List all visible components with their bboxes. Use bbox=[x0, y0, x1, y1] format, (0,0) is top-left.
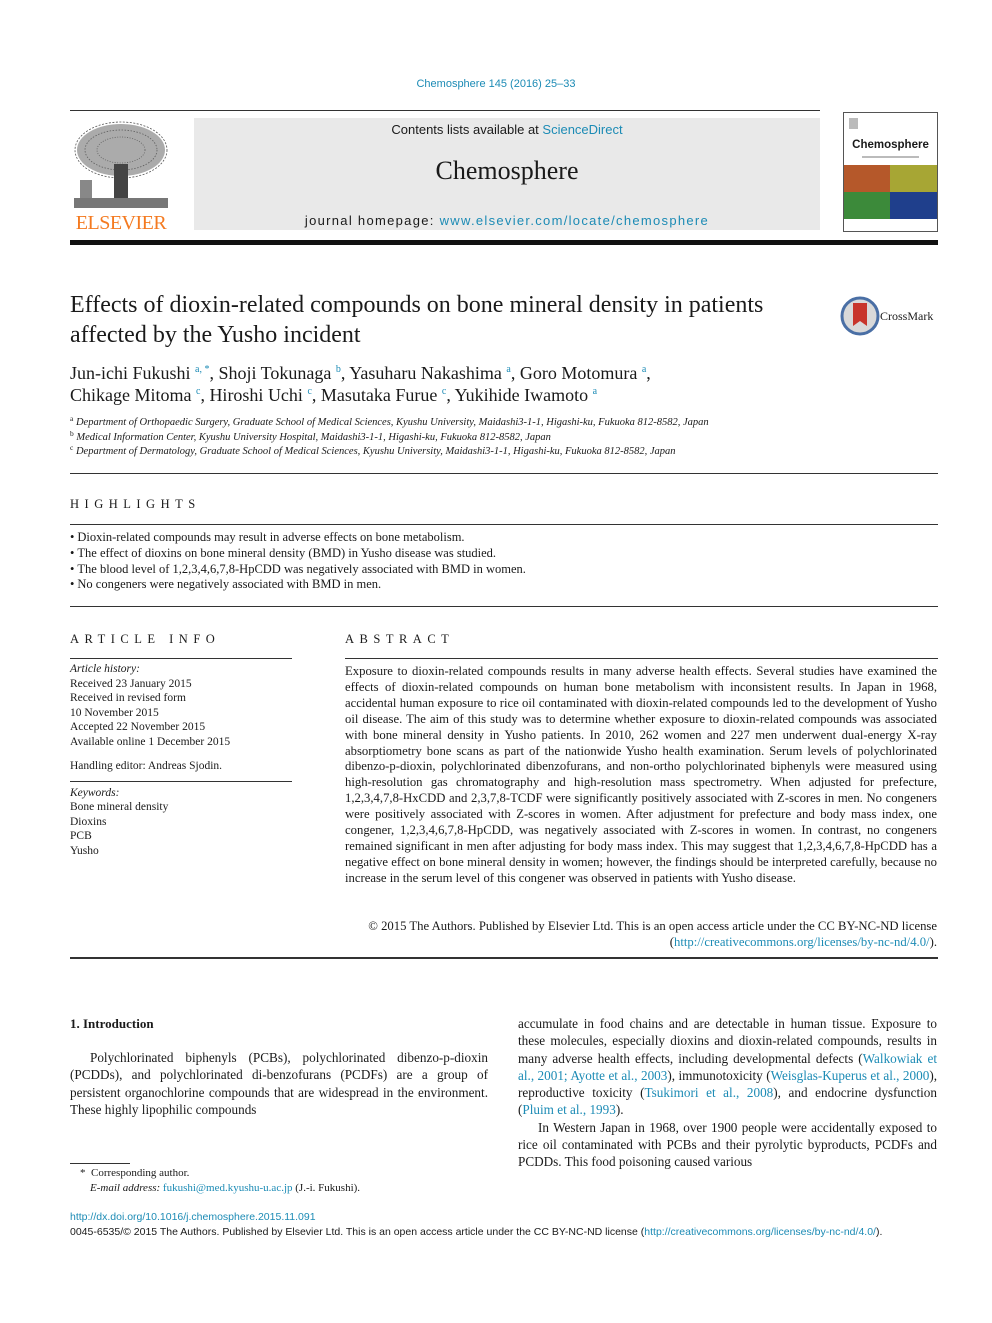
highlights-list: Dioxin-related compounds may result in a… bbox=[70, 530, 930, 593]
highlights-heading: HIGHLIGHTS bbox=[70, 497, 201, 511]
abstract-text: Exposure to dioxin-related compounds res… bbox=[345, 664, 937, 885]
cc-license-link[interactable]: http://creativecommons.org/licenses/by-n… bbox=[674, 935, 930, 949]
history-entry: Available online 1 December 2015 bbox=[70, 735, 231, 748]
author[interactable]: Yukihide Iwamoto a bbox=[455, 385, 597, 405]
section-heading-introduction: 1. Introduction bbox=[70, 1016, 154, 1031]
history-entry: 10 November 2015 bbox=[70, 706, 159, 719]
author[interactable]: Hiroshi Uchi c, bbox=[209, 385, 320, 405]
divider bbox=[70, 780, 292, 782]
history-label: Article history: bbox=[70, 663, 140, 675]
author[interactable]: Yasuharu Nakashima a, bbox=[349, 363, 520, 383]
author[interactable]: Chikage Mitoma c, bbox=[70, 385, 209, 405]
history-entry: Received 23 January 2015 bbox=[70, 677, 192, 690]
intro-column-2: accumulate in food chains and are detect… bbox=[518, 1015, 937, 1171]
divider bbox=[70, 658, 292, 659]
contents-line: Contents lists available at ScienceDirec… bbox=[194, 122, 820, 137]
keyword: Dioxins bbox=[70, 815, 107, 828]
author[interactable]: Masutaka Furue c, bbox=[321, 385, 455, 405]
author[interactable]: Shoji Tokunaga b, bbox=[218, 363, 349, 383]
author-affiliation-marker[interactable]: a bbox=[593, 386, 597, 397]
journal-citation-link[interactable]: Chemosphere 145 (2016) 25–33 bbox=[0, 78, 992, 90]
cover-publisher-icon bbox=[849, 118, 858, 129]
footnote-rule bbox=[70, 1163, 130, 1164]
abstract-copyright: © 2015 The Authors. Published by Elsevie… bbox=[368, 919, 937, 949]
sciencedirect-link[interactable]: ScienceDirect bbox=[542, 122, 622, 137]
doi-link[interactable]: http://dx.doi.org/10.1016/j.chemosphere.… bbox=[70, 1211, 316, 1223]
homepage-prefix: journal homepage: bbox=[304, 213, 440, 228]
cover-leaf-yellow bbox=[890, 165, 937, 192]
tree-icon bbox=[70, 118, 172, 210]
crossmark-icon bbox=[840, 296, 880, 336]
crossmark-label[interactable]: CrossMark bbox=[880, 309, 933, 324]
divider bbox=[70, 473, 938, 474]
reference-link[interactable]: Pluim et al., 1993 bbox=[522, 1102, 615, 1117]
article-info: Article history: Received 23 January 201… bbox=[70, 662, 292, 858]
intro-paragraph: Polychlorinated biphenyls (PCBs), polych… bbox=[70, 1050, 488, 1117]
corresponding-author-note: * Corresponding author. bbox=[80, 1167, 190, 1179]
history-entry: Received in revised form bbox=[70, 692, 186, 704]
divider bbox=[70, 606, 938, 607]
footnote: * Corresponding author. E-mail address: … bbox=[70, 1166, 490, 1195]
affiliation: a Department of Orthopaedic Surgery, Gra… bbox=[70, 414, 709, 428]
author[interactable]: Goro Motomura a, bbox=[520, 363, 651, 383]
keywords-label: Keywords: bbox=[70, 786, 120, 799]
author[interactable]: Jun-ichi Fukushi a, *, bbox=[70, 363, 218, 383]
keyword: Yusho bbox=[70, 844, 99, 857]
intro-paragraph: accumulate in food chains and are detect… bbox=[518, 1016, 938, 1118]
history-entry: Accepted 22 November 2015 bbox=[70, 721, 206, 733]
divider bbox=[345, 658, 938, 659]
highlight-item: The blood level of 1,2,3,4,6,7,8-HpCDD w… bbox=[70, 562, 930, 578]
affiliation: b Medical Information Center, Kyushu Uni… bbox=[70, 428, 551, 443]
divider bbox=[70, 524, 938, 525]
highlight-item: The effect of dioxins on bone mineral de… bbox=[70, 546, 930, 562]
journal-cover-thumbnail[interactable]: Chemosphere bbox=[843, 112, 938, 232]
intro-paragraph: In Western Japan in 1968, over 1900 peop… bbox=[518, 1119, 937, 1170]
article-info-heading: ARTICLE INFO bbox=[70, 632, 221, 646]
handling-editor: Handling editor: Andreas Sjodin. bbox=[70, 760, 223, 772]
affiliations: a Department of Orthopaedic Surgery, Gra… bbox=[70, 414, 930, 460]
email-line: E-mail address: fukushi@med.kyushu-u.ac.… bbox=[90, 1181, 361, 1194]
author-list: Jun-ichi Fukushi a, *, Shoji Tokunaga b,… bbox=[70, 362, 830, 406]
journal-title: Chemosphere bbox=[435, 156, 579, 185]
reference-link[interactable]: Tsukimori et al., 2008 bbox=[644, 1085, 773, 1100]
highlight-item: Dioxin-related compounds may result in a… bbox=[70, 530, 930, 546]
cover-leaf-orange bbox=[844, 165, 890, 192]
cover-title: Chemosphere bbox=[852, 139, 929, 151]
journal-homepage-link[interactable]: www.elsevier.com/locate/chemosphere bbox=[440, 213, 710, 228]
footer-license: 0045-6535/© 2015 The Authors. Published … bbox=[70, 1226, 883, 1238]
journal-homepage-line: journal homepage: www.elsevier.com/locat… bbox=[194, 213, 820, 228]
cover-leaf-green bbox=[844, 192, 890, 219]
highlight-item: No congeners were negatively associated … bbox=[70, 577, 930, 593]
divider bbox=[70, 957, 938, 959]
affiliation: c Department of Dermatology, Graduate Sc… bbox=[70, 443, 676, 457]
abstract-heading: ABSTRACT bbox=[345, 632, 455, 646]
cover-leaf-blue bbox=[890, 192, 937, 219]
author-email-link[interactable]: fukushi@med.kyushu-u.ac.jp bbox=[163, 1182, 293, 1194]
contents-prefix: Contents lists available at bbox=[391, 122, 543, 137]
keyword: Bone mineral density bbox=[70, 801, 169, 813]
header-rule bbox=[70, 110, 820, 111]
article-title: Effects of dioxin-related compounds on b… bbox=[70, 292, 764, 348]
header-thick-rule bbox=[70, 240, 938, 245]
author-affiliation-marker[interactable]: a, * bbox=[195, 364, 209, 375]
elsevier-wordmark: ELSEVIER bbox=[75, 212, 167, 234]
reference-link[interactable]: Weisglas-Kuperus et al., 2000 bbox=[771, 1068, 930, 1083]
cover-subtitle-line bbox=[862, 156, 919, 158]
footer-cc-license-link[interactable]: http://creativecommons.org/licenses/by-n… bbox=[644, 1226, 876, 1238]
keyword: PCB bbox=[70, 830, 92, 842]
